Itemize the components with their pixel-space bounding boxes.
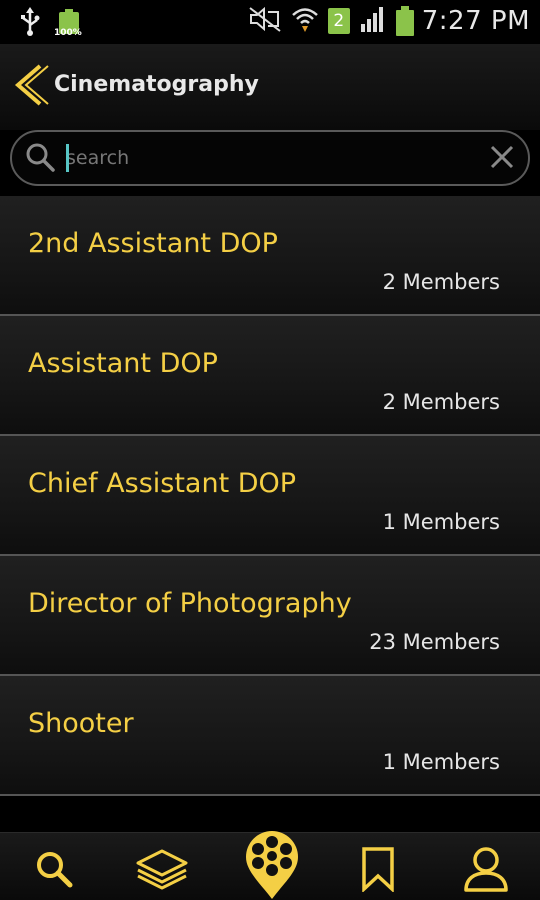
- back-button[interactable]: [10, 62, 50, 108]
- usb-icon: [18, 6, 42, 40]
- item-title: Shooter: [28, 708, 134, 739]
- member-count: 2 Members: [382, 390, 500, 414]
- nav-profile-button[interactable]: [456, 841, 516, 897]
- status-bar: 100% 2 7:27 PM: [0, 0, 540, 44]
- sim-badge: 2: [327, 8, 350, 34]
- signal-icon: [358, 4, 388, 38]
- bottom-nav: [0, 829, 540, 900]
- list-item[interactable]: 2nd Assistant DOP 2 Members: [0, 196, 540, 316]
- nav-bookmarks-button[interactable]: [348, 841, 408, 897]
- item-title: Director of Photography: [28, 588, 352, 619]
- chevron-left-icon: [14, 64, 49, 106]
- profile-icon: [464, 847, 508, 892]
- status-left: 100%: [18, 6, 82, 40]
- list-item[interactable]: Chief Assistant DOP 1 Members: [0, 436, 540, 556]
- nav-map-button[interactable]: [240, 829, 304, 900]
- clock: 7:27 PM: [421, 6, 530, 36]
- search-icon: [24, 141, 56, 173]
- battery-percent: 100%: [54, 28, 82, 38]
- status-right: 2 7:27 PM: [248, 4, 530, 38]
- item-title: Chief Assistant DOP: [28, 468, 297, 499]
- close-icon[interactable]: [488, 143, 516, 171]
- page-title: Cinematography: [54, 72, 259, 97]
- item-title: 2nd Assistant DOP: [28, 228, 278, 259]
- list-item[interactable]: Assistant DOP 2 Members: [0, 316, 540, 436]
- wifi-icon: [290, 4, 320, 38]
- battery-icon: 100%: [54, 8, 82, 38]
- nav-categories-button[interactable]: [132, 841, 192, 897]
- layers-icon: [136, 849, 188, 890]
- member-count: 23 Members: [369, 630, 500, 654]
- text-cursor: [66, 144, 69, 172]
- nav-search-button[interactable]: [24, 841, 84, 897]
- battery-icon: [395, 6, 414, 36]
- list-item[interactable]: Shooter 1 Members: [0, 676, 540, 796]
- member-count: 1 Members: [382, 510, 500, 534]
- member-count: 2 Members: [382, 270, 500, 294]
- search-bar: [10, 130, 530, 186]
- mute-icon: [248, 4, 282, 38]
- member-count: 1 Members: [382, 750, 500, 774]
- bookmark-icon: [362, 847, 394, 892]
- search-input[interactable]: [66, 142, 476, 174]
- film-reel-pin-icon: [246, 831, 298, 899]
- header: Cinematography: [0, 44, 540, 130]
- item-title: Assistant DOP: [28, 348, 218, 379]
- search-icon: [37, 852, 73, 888]
- list-item[interactable]: Director of Photography 23 Members: [0, 556, 540, 676]
- category-list: 2nd Assistant DOP 2 Members Assistant DO…: [0, 196, 540, 796]
